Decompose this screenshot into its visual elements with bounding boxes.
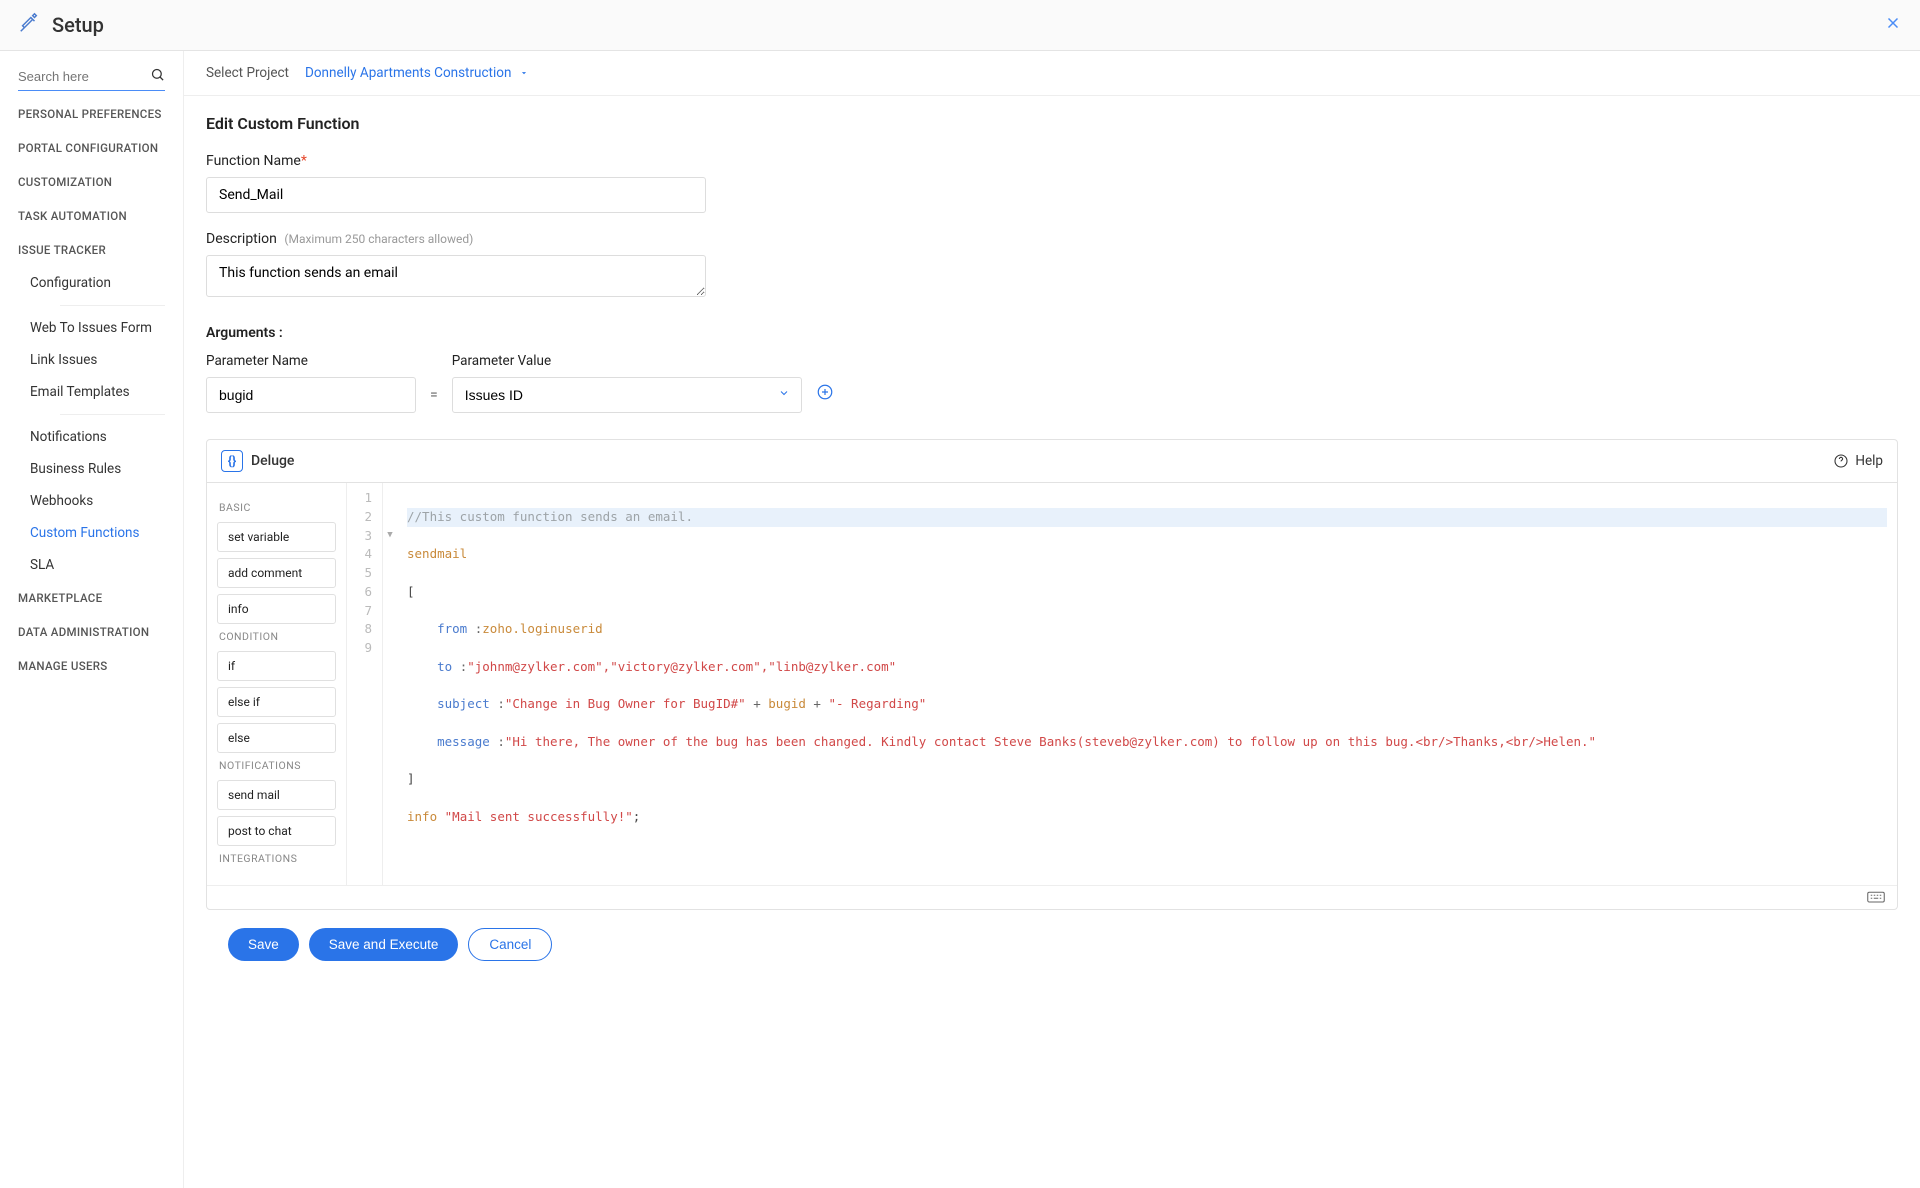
search-input[interactable] bbox=[18, 63, 165, 91]
code-editor[interactable]: 123456789 ▼ //This custom function sends… bbox=[347, 483, 1897, 885]
search-icon[interactable] bbox=[150, 67, 165, 86]
help-icon bbox=[1833, 453, 1849, 469]
setup-icon bbox=[18, 12, 40, 38]
nav-link-issues[interactable]: Link Issues bbox=[30, 344, 183, 376]
snippet-else-if[interactable]: else if bbox=[217, 687, 336, 717]
deluge-logo: {} Deluge bbox=[221, 450, 294, 472]
app-header: Setup bbox=[0, 0, 1920, 51]
arguments-heading: Arguments : bbox=[206, 325, 1898, 341]
save-execute-button[interactable]: Save and Execute bbox=[309, 928, 459, 961]
sidebar: PERSONAL PREFERENCES PORTAL CONFIGURATIO… bbox=[0, 51, 184, 1188]
nav-sla[interactable]: SLA bbox=[30, 549, 183, 581]
editor-footer bbox=[207, 885, 1897, 909]
close-icon[interactable] bbox=[1884, 14, 1902, 36]
deluge-editor: {} Deluge Help BASIC set variable add co… bbox=[206, 439, 1898, 910]
project-name-text: Donnelly Apartments Construction bbox=[305, 65, 511, 81]
page-title: Edit Custom Function bbox=[206, 114, 1898, 133]
description-input[interactable] bbox=[206, 255, 706, 297]
help-button[interactable]: Help bbox=[1833, 453, 1883, 469]
nav-webhooks[interactable]: Webhooks bbox=[30, 485, 183, 517]
cancel-button[interactable]: Cancel bbox=[468, 928, 552, 961]
snippet-add-comment[interactable]: add comment bbox=[217, 558, 336, 588]
param-value-select[interactable] bbox=[452, 377, 802, 413]
nav-business-rules[interactable]: Business Rules bbox=[30, 453, 183, 485]
nav-marketplace[interactable]: MARKETPLACE bbox=[0, 581, 183, 615]
project-label: Select Project bbox=[206, 65, 289, 81]
snippet-cat-basic: BASIC bbox=[219, 501, 336, 514]
keyboard-icon[interactable] bbox=[1867, 889, 1885, 907]
equals-sign: = bbox=[430, 387, 438, 413]
project-select[interactable]: Donnelly Apartments Construction bbox=[305, 65, 529, 81]
snippet-info[interactable]: info bbox=[217, 594, 336, 624]
nav-divider bbox=[60, 414, 165, 415]
param-name-label: Parameter Name bbox=[206, 353, 416, 369]
nav-email-templates[interactable]: Email Templates bbox=[30, 376, 183, 408]
fold-gutter: ▼ bbox=[383, 483, 397, 885]
snippet-post-to-chat[interactable]: post to chat bbox=[217, 816, 336, 846]
fold-toggle-icon[interactable]: ▼ bbox=[383, 527, 397, 546]
page-header-title: Setup bbox=[52, 13, 1884, 37]
snippet-send-mail[interactable]: send mail bbox=[217, 780, 336, 810]
nav-customization[interactable]: CUSTOMIZATION bbox=[0, 165, 183, 199]
function-name-input[interactable] bbox=[206, 177, 706, 213]
nav-personal-preferences[interactable]: PERSONAL PREFERENCES bbox=[0, 97, 183, 131]
nav-web-to-issues[interactable]: Web To Issues Form bbox=[30, 312, 183, 344]
nav-divider bbox=[60, 305, 165, 306]
save-button[interactable]: Save bbox=[228, 928, 299, 961]
code-body[interactable]: //This custom function sends an email. s… bbox=[397, 483, 1897, 885]
nav-notifications[interactable]: Notifications bbox=[30, 421, 183, 453]
nav-portal-configuration[interactable]: PORTAL CONFIGURATION bbox=[0, 131, 183, 165]
nav-manage-users[interactable]: MANAGE USERS bbox=[0, 649, 183, 683]
snippet-else[interactable]: else bbox=[217, 723, 336, 753]
nav-custom-functions[interactable]: Custom Functions bbox=[30, 517, 183, 549]
snippet-cat-condition: CONDITION bbox=[219, 630, 336, 643]
snippet-set-variable[interactable]: set variable bbox=[217, 522, 336, 552]
add-argument-button[interactable] bbox=[816, 383, 834, 413]
line-gutter: 123456789 bbox=[347, 483, 383, 885]
param-name-input[interactable] bbox=[206, 377, 416, 413]
nav-issue-tracker[interactable]: ISSUE TRACKER bbox=[0, 233, 183, 267]
nav-data-administration[interactable]: DATA ADMINISTRATION bbox=[0, 615, 183, 649]
function-name-label: Function Name* bbox=[206, 153, 1898, 169]
snippet-cat-integrations: INTEGRATIONS bbox=[219, 852, 336, 865]
deluge-logo-icon: {} bbox=[221, 450, 243, 472]
nav-task-automation[interactable]: TASK AUTOMATION bbox=[0, 199, 183, 233]
param-value-label: Parameter Value bbox=[452, 353, 802, 369]
description-label: Description (Maximum 250 characters allo… bbox=[206, 231, 1898, 247]
project-bar: Select Project Donnelly Apartments Const… bbox=[184, 51, 1920, 96]
snippet-if[interactable]: if bbox=[217, 651, 336, 681]
caret-down-icon bbox=[519, 68, 529, 78]
nav-configuration[interactable]: Configuration bbox=[30, 267, 183, 299]
snippet-cat-notifications: NOTIFICATIONS bbox=[219, 759, 336, 772]
action-bar: Save Save and Execute Cancel bbox=[206, 910, 1898, 987]
snippet-panel: BASIC set variable add comment info COND… bbox=[207, 483, 347, 885]
